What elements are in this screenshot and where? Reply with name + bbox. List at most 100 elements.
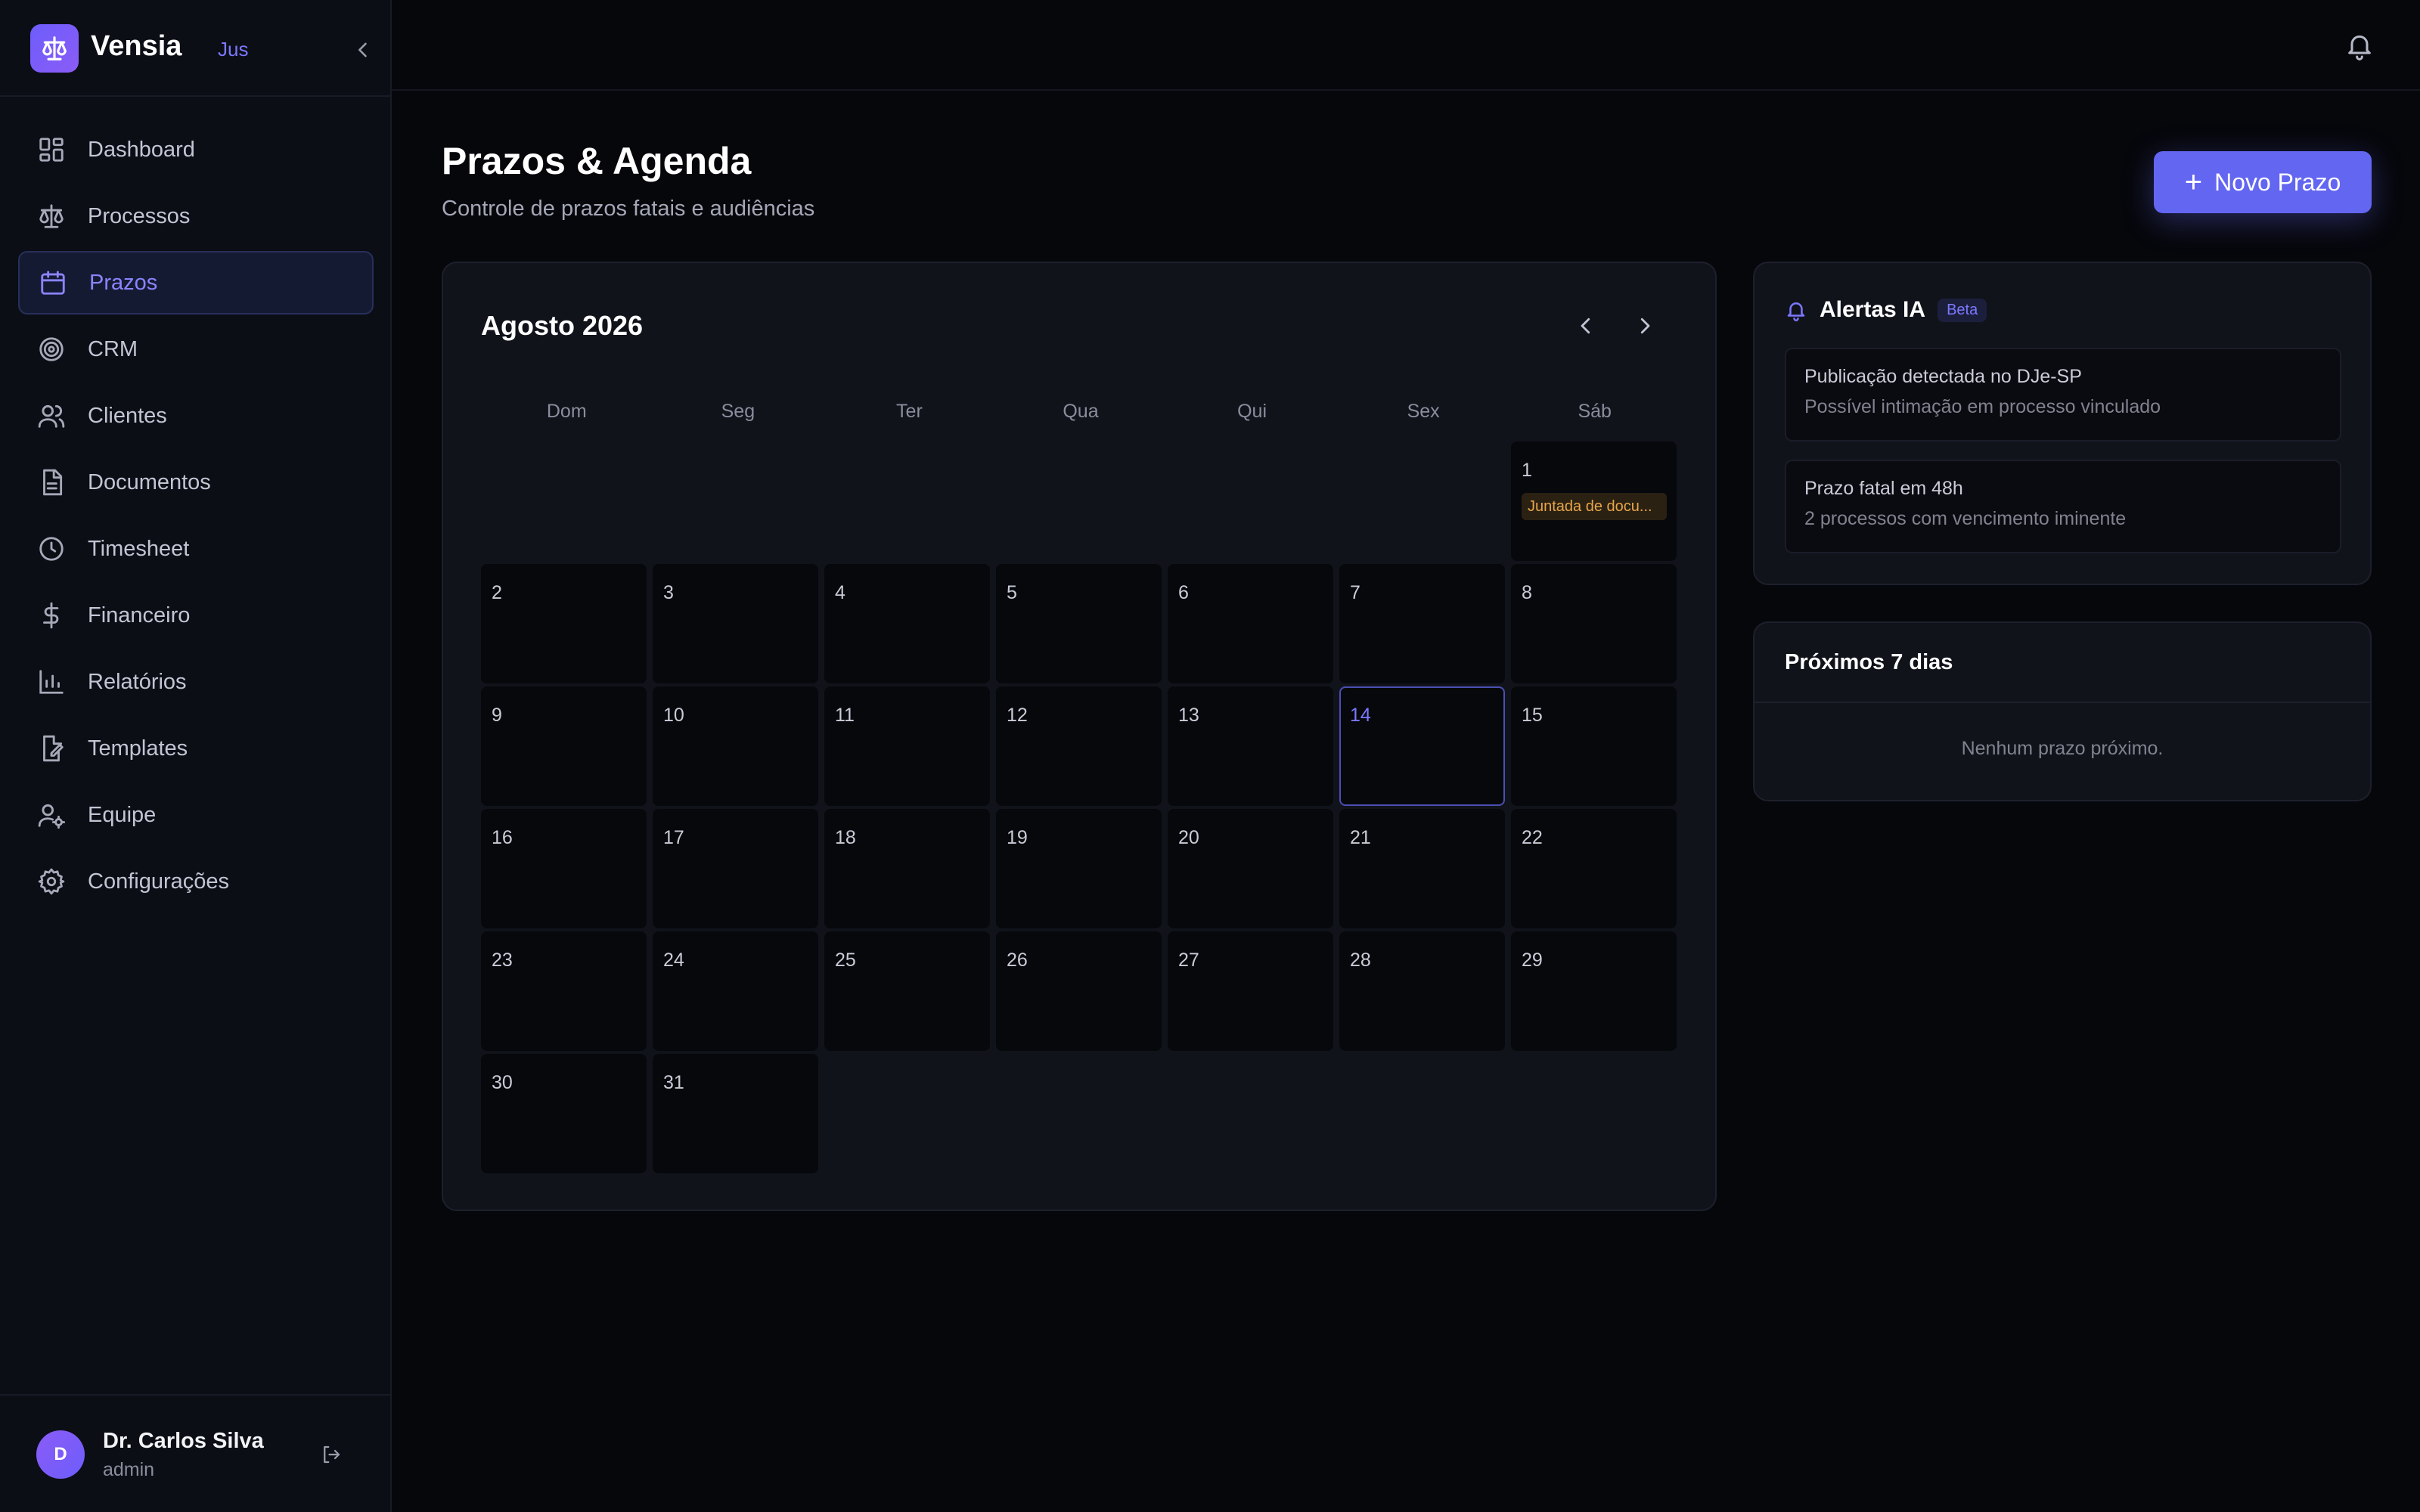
document-icon [36, 467, 67, 497]
sidebar-item-label: Equipe [88, 802, 157, 827]
next-month-button[interactable] [1626, 307, 1664, 345]
weekday-label: Sáb [1578, 401, 1612, 422]
calendar-day[interactable]: 18 [824, 809, 990, 928]
calendar-event[interactable]: Juntada de docu... [1522, 493, 1667, 520]
sidebar-item-label: Documentos [88, 469, 211, 494]
calendar-empty-cell [1168, 442, 1333, 561]
calendar-day[interactable]: 9 [481, 686, 647, 806]
logout-button[interactable] [316, 1439, 346, 1470]
chevron-right-icon [1640, 318, 1650, 334]
upcoming-card: Próximos 7 dias Nenhum prazo próximo. [1753, 621, 2372, 801]
calendar-day[interactable]: 6 [1168, 564, 1333, 683]
sidebar-divider [0, 95, 390, 97]
calendar-card: Agosto 2026 Dom Seg Ter Qua Qui Sex Sáb 1 Junta… [442, 262, 1717, 1211]
sidebar-item-financeiro[interactable]: Financeiro [18, 584, 374, 647]
calendar-day[interactable]: 30 [481, 1054, 647, 1173]
sidebar-footer-divider [0, 1394, 390, 1396]
weekday-label: Ter [896, 401, 923, 422]
sidebar-item-processos[interactable]: Processos [18, 184, 374, 248]
bell-icon [1787, 302, 1805, 321]
calendar-day[interactable]: 20 [1168, 809, 1333, 928]
calendar-day[interactable]: 10 [653, 686, 818, 806]
day-number: 20 [1178, 827, 1199, 848]
alerts-title: Alertas IA [1820, 297, 1926, 322]
target-icon [36, 334, 67, 364]
alert-item[interactable]: Prazo fatal em 48h 2 processos com venci… [1785, 460, 2341, 553]
calendar-day-today[interactable]: 14 [1339, 686, 1505, 806]
sidebar-item-documentos[interactable]: Documentos [18, 451, 374, 514]
calendar-day[interactable]: 11 [824, 686, 990, 806]
gear-icon [36, 866, 67, 897]
calendar-day[interactable]: 16 [481, 809, 647, 928]
sidebar-item-crm[interactable]: CRM [18, 318, 374, 381]
sidebar-item-equipe[interactable]: Equipe [18, 783, 374, 847]
dollar-icon [36, 600, 67, 631]
brand-tag: Jus [218, 38, 249, 60]
new-deadline-label: Novo Prazo [2214, 168, 2341, 196]
sidebar-item-prazos[interactable]: Prazos [18, 251, 374, 314]
calendar-day[interactable]: 28 [1339, 931, 1505, 1051]
calendar-empty-cell [824, 442, 990, 561]
sidebar-item-timesheet[interactable]: Timesheet [18, 517, 374, 581]
day-number: 27 [1178, 950, 1199, 971]
page-subtitle: Controle de prazos fatais e audiências [442, 197, 815, 221]
upcoming-divider [1754, 702, 2370, 703]
sidebar-item-configuracoes[interactable]: Configurações [18, 850, 374, 913]
day-number: 11 [835, 705, 855, 726]
sidebar-item-relatorios[interactable]: Relatórios [18, 650, 374, 714]
collapse-sidebar-button[interactable] [348, 35, 378, 65]
sidebar-item-label: CRM [88, 336, 138, 361]
weekday-label: Qui [1237, 401, 1267, 422]
calendar-day[interactable]: 12 [996, 686, 1162, 806]
calendar-day[interactable]: 27 [1168, 931, 1333, 1051]
day-number: 30 [492, 1072, 513, 1093]
calendar-day[interactable]: 5 [996, 564, 1162, 683]
calendar-empty-cell [1339, 442, 1505, 561]
calendar-day[interactable]: 23 [481, 931, 647, 1051]
calendar-grid: 1 Juntada de docu... 2 3 4 5 6 7 8 9 10 11 12 13 14 15 1… [481, 442, 1680, 1173]
day-number: 19 [1007, 827, 1028, 848]
upcoming-empty-message: Nenhum prazo próximo. [1961, 738, 2164, 759]
weekday-header: Dom Seg Ter Qua Qui Sex Sáb [481, 401, 1680, 423]
calendar-day[interactable]: 17 [653, 809, 818, 928]
alert-item[interactable]: Publicação detectada no DJe-SP Possível … [1785, 348, 2341, 442]
calendar-day[interactable]: 15 [1511, 686, 1677, 806]
calendar-day[interactable]: 29 [1511, 931, 1677, 1051]
sidebar-item-clientes[interactable]: Clientes [18, 384, 374, 448]
calendar-day[interactable]: 13 [1168, 686, 1333, 806]
day-number: 31 [663, 1072, 684, 1093]
notifications-button[interactable] [2338, 24, 2381, 67]
day-number: 24 [663, 950, 684, 971]
sidebar-item-dashboard[interactable]: Dashboard [18, 118, 374, 181]
calendar-day[interactable]: 4 [824, 564, 990, 683]
calendar-day[interactable]: 2 [481, 564, 647, 683]
calendar-day[interactable]: 7 [1339, 564, 1505, 683]
ai-alerts-card: Alertas IA Beta Publicação detectada no … [1753, 262, 2372, 585]
day-number: 25 [835, 950, 856, 971]
calendar-day[interactable]: 25 [824, 931, 990, 1051]
chevron-left-icon [1581, 318, 1590, 334]
month-title: Agosto 2026 [481, 310, 644, 341]
day-number: 4 [835, 582, 845, 603]
calendar-day[interactable]: 8 [1511, 564, 1677, 683]
previous-month-button[interactable] [1567, 307, 1605, 345]
calendar-day[interactable]: 31 [653, 1054, 818, 1173]
calendar-day[interactable]: 1 Juntada de docu... [1511, 442, 1677, 561]
new-deadline-button[interactable]: + Novo Prazo [2154, 151, 2372, 213]
weekday-label: Dom [546, 401, 587, 422]
calendar-day[interactable]: 26 [996, 931, 1162, 1051]
users-icon [36, 401, 67, 431]
calendar-day[interactable]: 24 [653, 931, 818, 1051]
avatar[interactable]: D [36, 1430, 85, 1479]
calendar-day[interactable]: 3 [653, 564, 818, 683]
calendar-day[interactable]: 19 [996, 809, 1162, 928]
calendar-day[interactable]: 22 [1511, 809, 1677, 928]
sidebar: Vensia Jus Dashboard Processos Prazos CR… [0, 0, 392, 1512]
sidebar-item-templates[interactable]: Templates [18, 717, 374, 780]
day-number: 6 [1178, 582, 1189, 603]
calendar-day[interactable]: 21 [1339, 809, 1505, 928]
day-number: 5 [1007, 582, 1017, 603]
page-title: Prazos & Agenda [442, 140, 752, 182]
calendar-empty-cell [481, 442, 647, 561]
alert-title: Publicação detectada no DJe-SP [1804, 366, 2082, 387]
